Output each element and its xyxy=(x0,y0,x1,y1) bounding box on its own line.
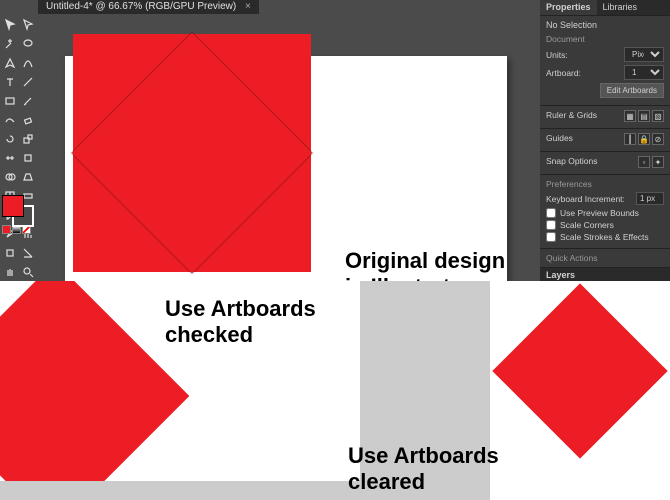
ruler-icon[interactable]: ▦ xyxy=(624,110,636,122)
slice-tool-icon[interactable] xyxy=(20,244,37,262)
perspective-tool-icon[interactable] xyxy=(20,168,37,186)
lasso-tool-icon[interactable] xyxy=(20,35,37,53)
export-comparison: Use Artboards checked Use Artboards clea… xyxy=(0,281,670,500)
caption-cleared: Use Artboards cleared xyxy=(348,443,499,496)
transparency-grid-icon[interactable]: ▧ xyxy=(652,110,664,122)
hand-tool-icon[interactable] xyxy=(2,263,19,281)
keyboard-increment-label: Keyboard Increment: xyxy=(546,194,625,204)
eraser-tool-icon[interactable] xyxy=(20,111,37,129)
caption-checked: Use Artboards checked xyxy=(165,296,316,349)
pen-tool-icon[interactable] xyxy=(2,54,19,72)
guides-lock-icon[interactable]: 🔒 xyxy=(638,133,650,145)
ruler-grids-label: Ruler & Grids xyxy=(546,110,597,122)
red-diamond-clipped xyxy=(0,281,189,481)
tab-libraries[interactable]: Libraries xyxy=(597,0,644,15)
direct-selection-tool-icon[interactable] xyxy=(20,16,37,34)
use-preview-bounds-checkbox[interactable] xyxy=(546,208,556,218)
preferences-label: Preferences xyxy=(546,179,664,189)
zoom-tool-icon[interactable] xyxy=(20,263,37,281)
export-artboards-cleared xyxy=(490,281,670,500)
type-tool-icon[interactable] xyxy=(2,73,19,91)
edit-artboards-button[interactable]: Edit Artboards xyxy=(600,83,664,98)
line-tool-icon[interactable] xyxy=(20,73,37,91)
guides-clear-icon[interactable]: ⊘ xyxy=(652,133,664,145)
width-tool-icon[interactable] xyxy=(2,149,19,167)
illustrator-window: Untitled-4* @ 66.67% (RGB/GPU Preview) × xyxy=(0,0,670,281)
units-select[interactable]: Pixels xyxy=(624,47,664,62)
shape-builder-tool-icon[interactable] xyxy=(2,168,19,186)
tab-properties[interactable]: Properties xyxy=(540,0,597,15)
close-icon[interactable]: × xyxy=(245,1,251,12)
scale-strokes-checkbox[interactable] xyxy=(546,232,556,242)
canvas-area[interactable]: Original design in Illustrator xyxy=(38,14,540,281)
scale-tool-icon[interactable] xyxy=(20,130,37,148)
units-label: Units: xyxy=(546,50,568,60)
document-tab[interactable]: Untitled-4* @ 66.67% (RGB/GPU Preview) × xyxy=(38,0,259,14)
shaper-tool-icon[interactable] xyxy=(2,111,19,129)
free-transform-tool-icon[interactable] xyxy=(20,149,37,167)
artboard-select[interactable]: 1 xyxy=(624,65,664,80)
red-diamond-shape[interactable] xyxy=(73,34,311,272)
fill-swatch[interactable] xyxy=(2,195,24,217)
guides-label: Guides xyxy=(546,133,573,145)
toolbox xyxy=(0,14,38,274)
red-diamond-full xyxy=(492,283,667,458)
paintbrush-tool-icon[interactable] xyxy=(20,92,37,110)
document-title: Untitled-4* @ 66.67% (RGB/GPU Preview) xyxy=(46,1,236,12)
selection-tool-icon[interactable] xyxy=(2,16,19,34)
caption-original: Original design in Illustrator xyxy=(345,248,505,281)
layers-panel: Layers 👁 ▸ Layer 1 ○ xyxy=(540,267,670,281)
artboard-tool-icon[interactable] xyxy=(2,244,19,262)
snap-point-icon[interactable]: ✦ xyxy=(652,156,664,168)
magic-wand-tool-icon[interactable] xyxy=(2,35,19,53)
curvature-tool-icon[interactable] xyxy=(20,54,37,72)
rectangle-tool-icon[interactable] xyxy=(2,92,19,110)
artboard-label: Artboard: xyxy=(546,68,581,78)
snap-pixel-icon[interactable]: ▫ xyxy=(638,156,650,168)
document-section-title: Document xyxy=(546,34,664,44)
color-swatch-area[interactable] xyxy=(2,195,36,217)
grid-icon[interactable]: ▤ xyxy=(638,110,650,122)
color-mode-solid-icon[interactable] xyxy=(2,225,11,234)
panel-tabs: Properties Libraries xyxy=(540,0,670,16)
properties-panel: Properties Libraries No Selection Docume… xyxy=(540,0,670,281)
snap-options-label: Snap Options xyxy=(546,156,598,168)
guides-show-icon[interactable]: ┃ xyxy=(624,133,636,145)
rotate-tool-icon[interactable] xyxy=(2,130,19,148)
export-artboards-checked: Use Artboards checked xyxy=(0,281,360,481)
quick-actions-label: Quick Actions xyxy=(546,253,664,263)
layers-header[interactable]: Layers xyxy=(540,268,670,281)
keyboard-increment-input[interactable] xyxy=(636,192,664,205)
selection-status: No Selection xyxy=(546,20,664,30)
scale-corners-checkbox[interactable] xyxy=(546,220,556,230)
